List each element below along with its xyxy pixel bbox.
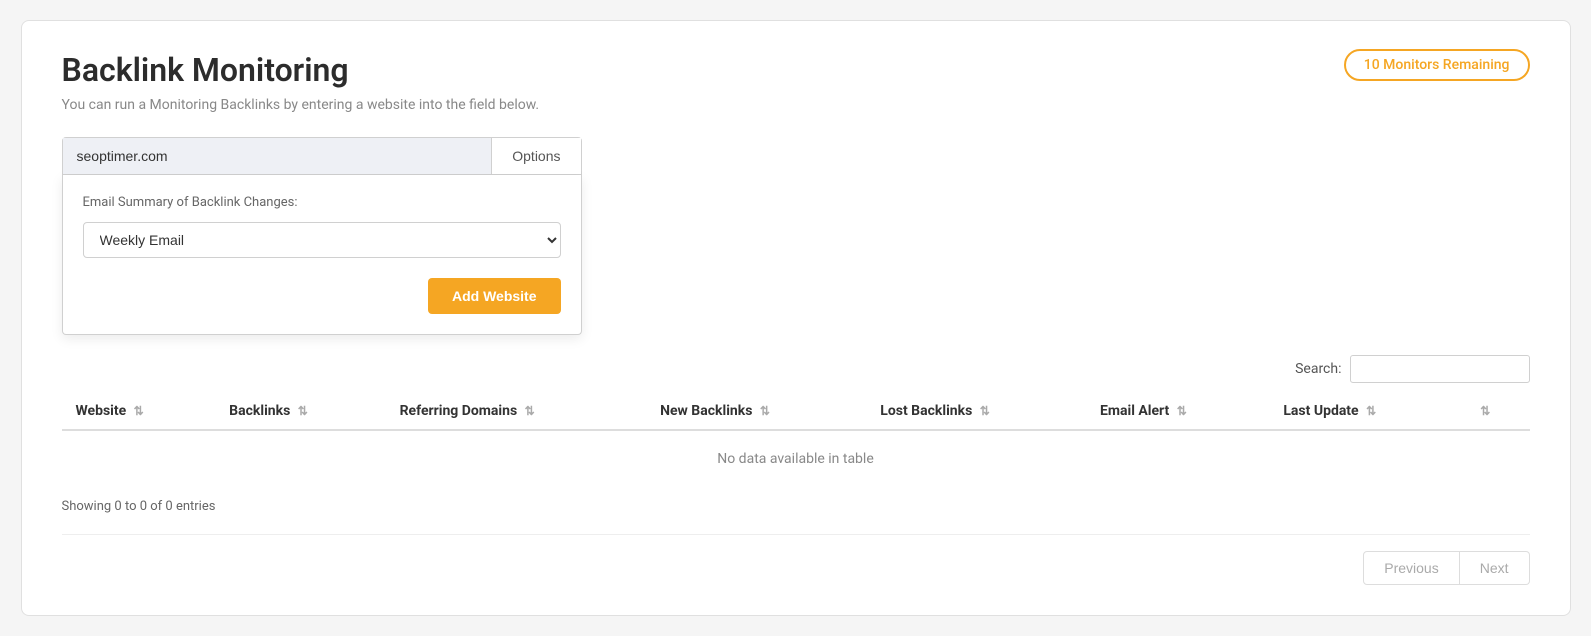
page-title: Backlink Monitoring [62,51,1530,89]
sort-icon-email-alert: ⇅ [1177,404,1187,418]
no-data-cell: No data available in table [62,430,1530,487]
table-top-bar: Search: [62,355,1530,383]
add-website-label: Add Website [452,288,537,304]
col-new-backlinks-label: New Backlinks [660,403,752,419]
data-table: Website ⇅ Backlinks ⇅ Referring Domains … [62,393,1530,487]
search-label: Search: [1295,361,1341,377]
email-frequency-select[interactable]: Daily Email Weekly Email Monthly Email N… [83,222,561,258]
dropdown-panel: Email Summary of Backlink Changes: Daily… [62,175,582,335]
table-section: Search: Website ⇅ Backlinks ⇅ Referring … [62,355,1530,514]
input-panel: Options Email Summary of Backlink Change… [62,137,582,335]
sort-icon-referring: ⇅ [525,404,535,418]
showing-text: Showing 0 to 0 of 0 entries [62,499,1530,514]
col-new-backlinks: New Backlinks ⇅ [646,393,866,430]
sort-icon-backlinks: ⇅ [298,404,308,418]
col-email-alert-label: Email Alert [1100,403,1169,419]
col-last-update-label: Last Update [1283,403,1358,419]
col-backlinks: Backlinks ⇅ [215,393,385,430]
url-input[interactable] [63,138,492,174]
options-tab-label: Options [512,148,560,164]
col-referring-domains: Referring Domains ⇅ [386,393,647,430]
next-button[interactable]: Next [1460,551,1530,585]
input-tabs-row: Options [62,137,582,175]
col-lost-backlinks-label: Lost Backlinks [880,403,972,419]
col-referring-domains-label: Referring Domains [400,403,518,419]
pagination-bar: Previous Next [62,534,1530,585]
options-tab-button[interactable]: Options [491,138,580,174]
col-email-alert: Email Alert ⇅ [1086,393,1269,430]
sort-icon-new-backlinks: ⇅ [760,404,770,418]
monitors-badge: 10 Monitors Remaining [1344,49,1530,81]
previous-label: Previous [1384,560,1438,576]
add-website-button[interactable]: Add Website [428,278,561,314]
sort-icon-lost-backlinks: ⇅ [980,404,990,418]
email-label: Email Summary of Backlink Changes: [83,195,561,210]
sort-icon-website: ⇅ [134,404,144,418]
monitors-remaining-text: 10 Monitors Remaining [1364,57,1510,73]
col-website: Website ⇅ [62,393,216,430]
col-backlinks-label: Backlinks [229,403,290,419]
table-body: No data available in table [62,430,1530,487]
search-input[interactable] [1350,355,1530,383]
next-label: Next [1480,560,1509,576]
sort-icon-last-update: ⇅ [1366,404,1376,418]
page-subtitle: You can run a Monitoring Backlinks by en… [62,97,1530,113]
no-data-row: No data available in table [62,430,1530,487]
table-head: Website ⇅ Backlinks ⇅ Referring Domains … [62,393,1530,430]
col-lost-backlinks: Lost Backlinks ⇅ [866,393,1086,430]
sort-icon-actions: ⇅ [1480,404,1490,418]
col-last-update: Last Update ⇅ [1269,393,1462,430]
page-wrapper: 10 Monitors Remaining Backlink Monitorin… [21,20,1571,616]
table-header-row: Website ⇅ Backlinks ⇅ Referring Domains … [62,393,1530,430]
col-actions: ⇅ [1462,393,1529,430]
previous-button[interactable]: Previous [1363,551,1459,585]
